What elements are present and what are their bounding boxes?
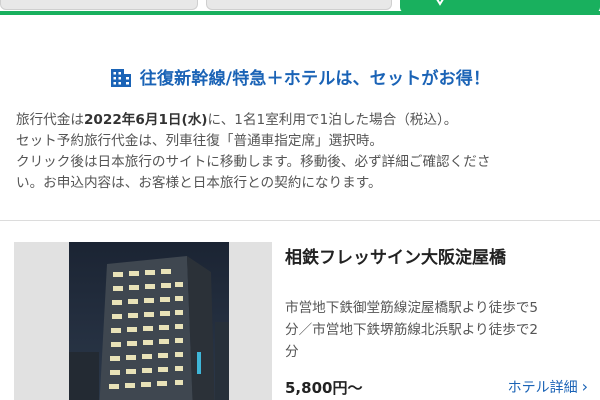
divider	[0, 220, 600, 221]
notice-line-3: クリック後は日本旅行のサイトに移動します。移動後、必ず詳細ご確認くださ	[16, 154, 491, 170]
hotel-detail-label: ホテル詳細	[507, 380, 578, 396]
tab-underline	[0, 11, 600, 15]
heading-title: 往復新幹線/特急＋ホテルは、セットがお得！	[139, 69, 491, 89]
hotel-price: 5,800円～	[285, 379, 363, 397]
tab-2[interactable]	[206, 0, 392, 10]
notice-line-1-prefix: 旅行代金は	[16, 112, 84, 128]
notice-date: 2022年6月1日(水)	[83, 112, 208, 128]
notice-line-2: セット予約旅行代金は、列車往復「普通車指定席」選択時。	[16, 133, 384, 149]
hotel-building-image	[69, 242, 229, 400]
tab-bar	[0, 0, 600, 15]
hotel-detail-link[interactable]: ホテル詳細 ›	[508, 377, 588, 397]
access-line-1: 市営地下鉄御堂筋線淀屋橋駅より徒歩で5	[285, 300, 539, 316]
price-notice: 旅行代金は2022年6月1日(水)に、1名1室利用で1泊した場合（税込）。 セッ…	[16, 110, 586, 194]
notice-line-1-suffix: に、1名1室利用で1泊した場合（税込）。	[207, 112, 458, 128]
notice-line-1: 旅行代金は2022年6月1日(水)に、1名1室利用で1泊した場合（税込）。	[16, 110, 586, 131]
access-line-3: 分	[285, 344, 299, 360]
section-heading: 往復新幹線/特急＋ホテルは、セットがお得！	[0, 64, 600, 89]
hotel-access: 市営地下鉄御堂筋線淀屋橋駅より徒歩で5 分／市営地下鉄堺筋線北浜駅より徒歩で2 …	[285, 297, 590, 363]
tab-1[interactable]	[0, 0, 198, 10]
hotel-name[interactable]: 相鉄フレッサイン大阪淀屋橋	[285, 243, 506, 268]
building-icon	[110, 68, 131, 87]
tab-active-icon	[436, 0, 444, 6]
hotel-photo[interactable]	[14, 242, 272, 400]
access-line-2: 分／市営地下鉄堺筋線北浜駅より徒歩で2	[285, 322, 539, 338]
chevron-right-icon: ›	[581, 377, 588, 396]
notice-line-4: い。お申込内容は、お客様と日本旅行との契約になります。	[16, 175, 382, 191]
